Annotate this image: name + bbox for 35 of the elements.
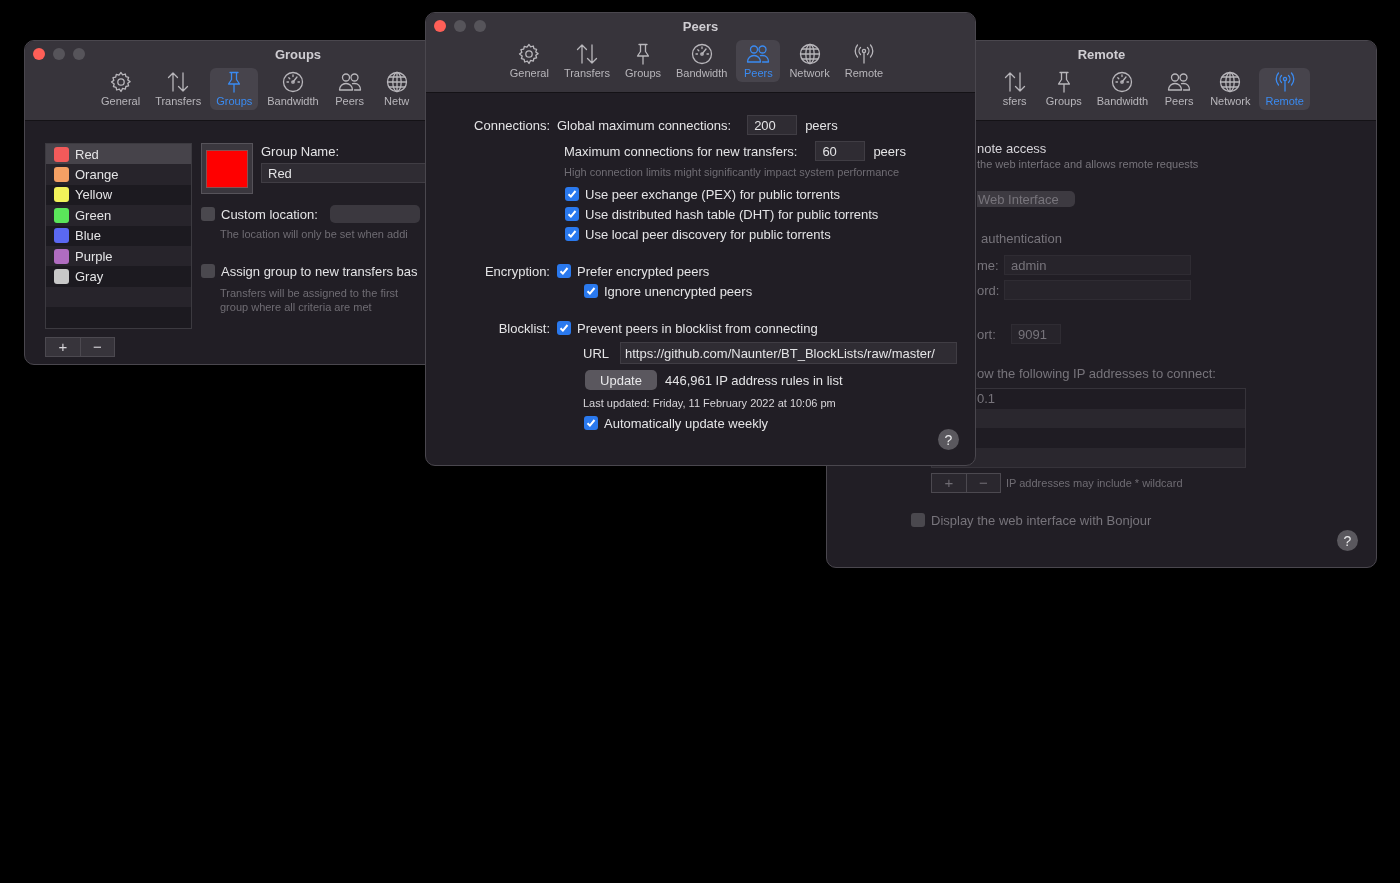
checkbox-label: Use distributed hash table (DHT) for public torrents xyxy=(585,206,879,222)
checkbox-label: Assign group to new transfers bas xyxy=(221,263,418,279)
checkbox-label: Display the web interface with Bonjour xyxy=(931,512,1152,528)
unit-label: peers xyxy=(805,117,838,133)
checkbox-label: Use local peer discovery for public torrents xyxy=(585,226,831,242)
field-label: Maximum connections for new transfers: xyxy=(564,143,798,159)
last-updated-text: Last updated: Friday, 11 February 2022 at 10:06 pm xyxy=(583,396,837,410)
checkbox-label: Prefer encrypted peers xyxy=(577,263,710,279)
unit-label: peers xyxy=(873,143,906,159)
url-label: URL xyxy=(583,345,609,361)
hint-text: Transfers will be assigned to the first group where all criteria are met xyxy=(220,286,400,314)
checkbox-label: note access xyxy=(977,141,1047,157)
group-name-label: Group Name: xyxy=(261,144,341,159)
section-label: authentication xyxy=(981,231,1062,247)
checkbox-label: Use peer exchange (PEX) for public torrents xyxy=(585,186,841,202)
hint-text: The location will only be set when addi xyxy=(220,227,409,241)
hint-text: IP addresses may include * wildcard xyxy=(1006,476,1183,490)
hint-text: High connection limits might significantly impact system performance xyxy=(564,165,901,179)
rule-count-text: 446,961 IP address rules in list xyxy=(665,372,843,388)
window-title: Peers xyxy=(682,18,719,34)
field-label: Global maximum connections: xyxy=(557,117,732,133)
checkbox-label: Ignore unencrypted peers xyxy=(604,283,753,299)
field-label: ord: xyxy=(977,282,1001,298)
field-label: ow the following IP addresses to connect: xyxy=(977,366,1216,382)
hint-text: the web interface and allows remote requests xyxy=(977,157,1199,171)
window-title: Groups xyxy=(274,46,322,62)
checkbox-label: Custom location: xyxy=(221,206,318,222)
checkbox-label: Prevent peers in blocklist from connecting xyxy=(577,320,818,336)
field-label: me: xyxy=(977,257,1000,273)
section-label: Connections: xyxy=(473,117,551,133)
field-label: ort: xyxy=(977,326,997,342)
section-label: Blocklist: xyxy=(497,320,551,336)
window-title: Remote xyxy=(1077,46,1126,62)
checkbox-label: Automatically update weekly xyxy=(604,415,769,431)
section-label: Encryption: xyxy=(483,263,551,279)
